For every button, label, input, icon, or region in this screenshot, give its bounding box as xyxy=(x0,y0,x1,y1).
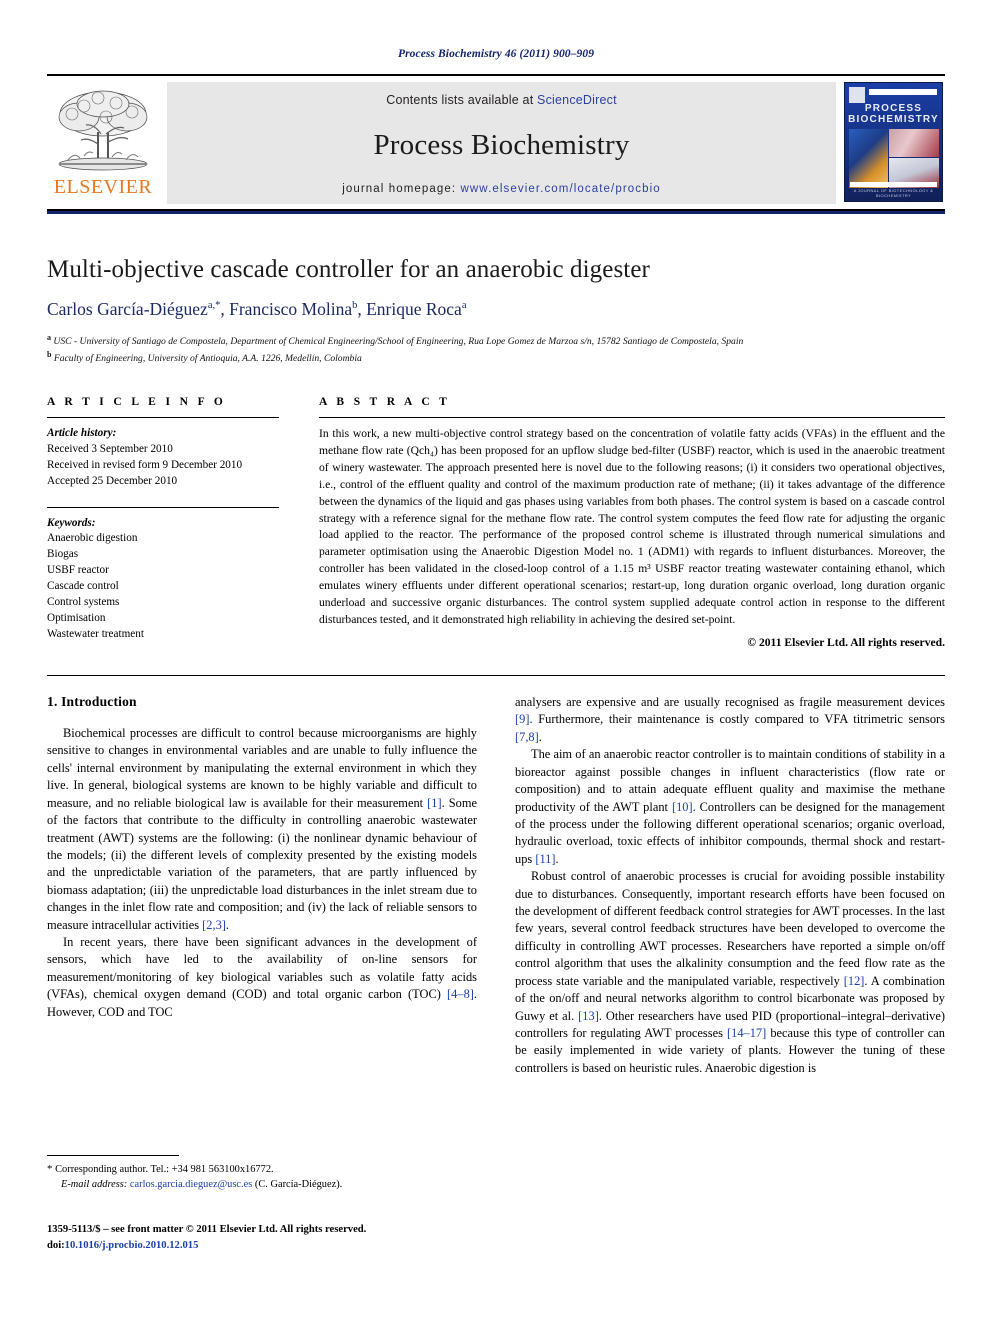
journal-banner: Contents lists available at ScienceDirec… xyxy=(167,82,836,204)
article-history: Article history: Received 3 September 20… xyxy=(47,426,279,490)
history-item: Received 3 September 2010 xyxy=(47,442,173,455)
body-column-left: 1. Introduction Biochemical processes ar… xyxy=(47,694,477,1077)
doi-link[interactable]: 10.1016/j.procbio.2010.12.015 xyxy=(65,1240,199,1251)
abstract-copyright: © 2011 Elsevier Ltd. All rights reserved… xyxy=(747,636,945,649)
running-head: Process Biochemistry 46 (2011) 900–909 xyxy=(397,48,595,60)
history-item: Accepted 25 December 2010 xyxy=(47,474,178,487)
keywords-label: Keywords: xyxy=(47,516,96,529)
abstract-heading: A B S T R A C T xyxy=(319,395,451,408)
email-label: E-mail address: xyxy=(61,1178,128,1190)
sciencedirect-link[interactable]: ScienceDirect xyxy=(537,93,617,107)
article-history-label: Article history: xyxy=(47,426,117,439)
body-two-columns: 1. Introduction Biochemical processes ar… xyxy=(47,694,945,1077)
keyword-item: Wastewater treatment xyxy=(47,627,144,640)
journal-cover-thumbnail: PROCESS BIOCHEMISTRY A JOURNAL OF BIOTEC… xyxy=(842,82,945,204)
article-info-rule xyxy=(47,416,279,418)
keyword-item: Optimisation xyxy=(47,612,106,624)
author-list: Carlos García-Diégueza,*, Francisco Moli… xyxy=(47,298,467,319)
abstract-column: A B S T R A C T In this work, a new mult… xyxy=(319,396,945,649)
contents-prefix: Contents lists available at xyxy=(386,93,538,107)
intro-paragraph-4: The aim of an anaerobic reactor controll… xyxy=(515,747,946,866)
corresponding-author-note: * Corresponding author. Tel.: +34 981 56… xyxy=(47,1163,274,1175)
elsevier-tree-icon xyxy=(58,90,148,171)
masthead-bottom-rule xyxy=(47,211,945,214)
email-owner: (C. García-Diéguez). xyxy=(254,1178,343,1190)
keywords-rule xyxy=(47,506,279,508)
keyword-item: Cascade control xyxy=(47,580,119,593)
info-abstract-row: A R T I C L E I N F O Article history: R… xyxy=(47,396,945,649)
footnote-block: * Corresponding author. Tel.: +34 981 56… xyxy=(47,1155,477,1193)
cover-footer-text: A JOURNAL OF BIOTECHNOLOGY & BIOCHEMISTR… xyxy=(853,188,934,198)
section-heading-introduction: 1. Introduction xyxy=(47,694,137,709)
abstract-rule xyxy=(319,416,945,418)
keyword-item: Control systems xyxy=(47,596,120,609)
cover-photo-2 xyxy=(889,129,939,157)
homepage-prefix: journal homepage: xyxy=(342,183,461,195)
keyword-item: Biogas xyxy=(47,548,79,561)
corresponding-marker: * xyxy=(47,1163,53,1175)
homepage-url-link[interactable]: www.elsevier.com/locate/procbio xyxy=(460,183,660,195)
affiliation-a: a USC - University of Santiago de Compos… xyxy=(47,332,744,347)
page-title: Multi-objective cascade controller for a… xyxy=(47,256,650,283)
elsevier-wordmark: ELSEVIER xyxy=(53,176,153,198)
intro-paragraph-5: Robust control of anaerobic processes is… xyxy=(515,869,945,1075)
keyword-item: Anaerobic digestion xyxy=(47,532,138,545)
contents-line: Contents lists available at ScienceDirec… xyxy=(386,93,617,107)
journal-masthead: ELSEVIER Contents lists available at Sci… xyxy=(47,74,945,211)
cover-title: PROCESS BIOCHEMISTRY xyxy=(848,103,939,125)
email-link[interactable]: carlos.garcia.dieguez@usc.es xyxy=(130,1179,252,1190)
journal-article-page: Process Biochemistry 46 (2011) 900–909 E… xyxy=(0,0,992,1323)
elsevier-logo: ELSEVIER xyxy=(47,82,159,204)
article-info-column: A R T I C L E I N F O Article history: R… xyxy=(47,396,279,649)
article-info-heading: A R T I C L E I N F O xyxy=(47,395,227,408)
doi-line: doi:10.1016/j.procbio.2010.12.015 xyxy=(47,1238,477,1254)
journal-title: Process Biochemistry xyxy=(373,128,630,161)
journal-homepage-line: journal homepage: www.elsevier.com/locat… xyxy=(342,183,661,195)
intro-paragraph-2: In recent years, there have been signifi… xyxy=(47,935,477,1019)
title-block: Multi-objective cascade controller for a… xyxy=(47,256,945,366)
cover-publisher-badge-icon xyxy=(849,87,865,103)
affiliation-b: b Faculty of Engineering, University of … xyxy=(47,349,362,365)
intro-paragraph-3: analysers are expensive and are usually … xyxy=(515,695,945,744)
issn-doi-block: 1359-5113/$ – see front matter © 2011 El… xyxy=(47,1222,477,1254)
cover-photo-1 xyxy=(849,129,889,188)
issn-line: 1359-5113/$ – see front matter © 2011 El… xyxy=(47,1224,367,1235)
cover-photo-collage xyxy=(849,129,939,188)
body-top-rule xyxy=(47,675,945,676)
body-column-right: analysers are expensive and are usually … xyxy=(515,694,945,1077)
cover-bottom-bar xyxy=(850,182,937,187)
intro-paragraph-1: Biochemical processes are difficult to c… xyxy=(47,726,477,932)
keyword-item: USBF reactor xyxy=(47,564,109,577)
abstract-text: In this work, a new multi-objective cont… xyxy=(319,426,945,627)
cover-top-bar xyxy=(869,89,937,95)
history-item: Received in revised form 9 December 2010 xyxy=(47,458,243,471)
keywords-block: Keywords: Anaerobic digestion Biogas USB… xyxy=(47,506,279,643)
email-note: E-mail address: carlos.garcia.dieguez@us… xyxy=(47,1178,477,1193)
footnote-rule xyxy=(47,1155,179,1156)
doi-label: doi: xyxy=(47,1239,65,1251)
